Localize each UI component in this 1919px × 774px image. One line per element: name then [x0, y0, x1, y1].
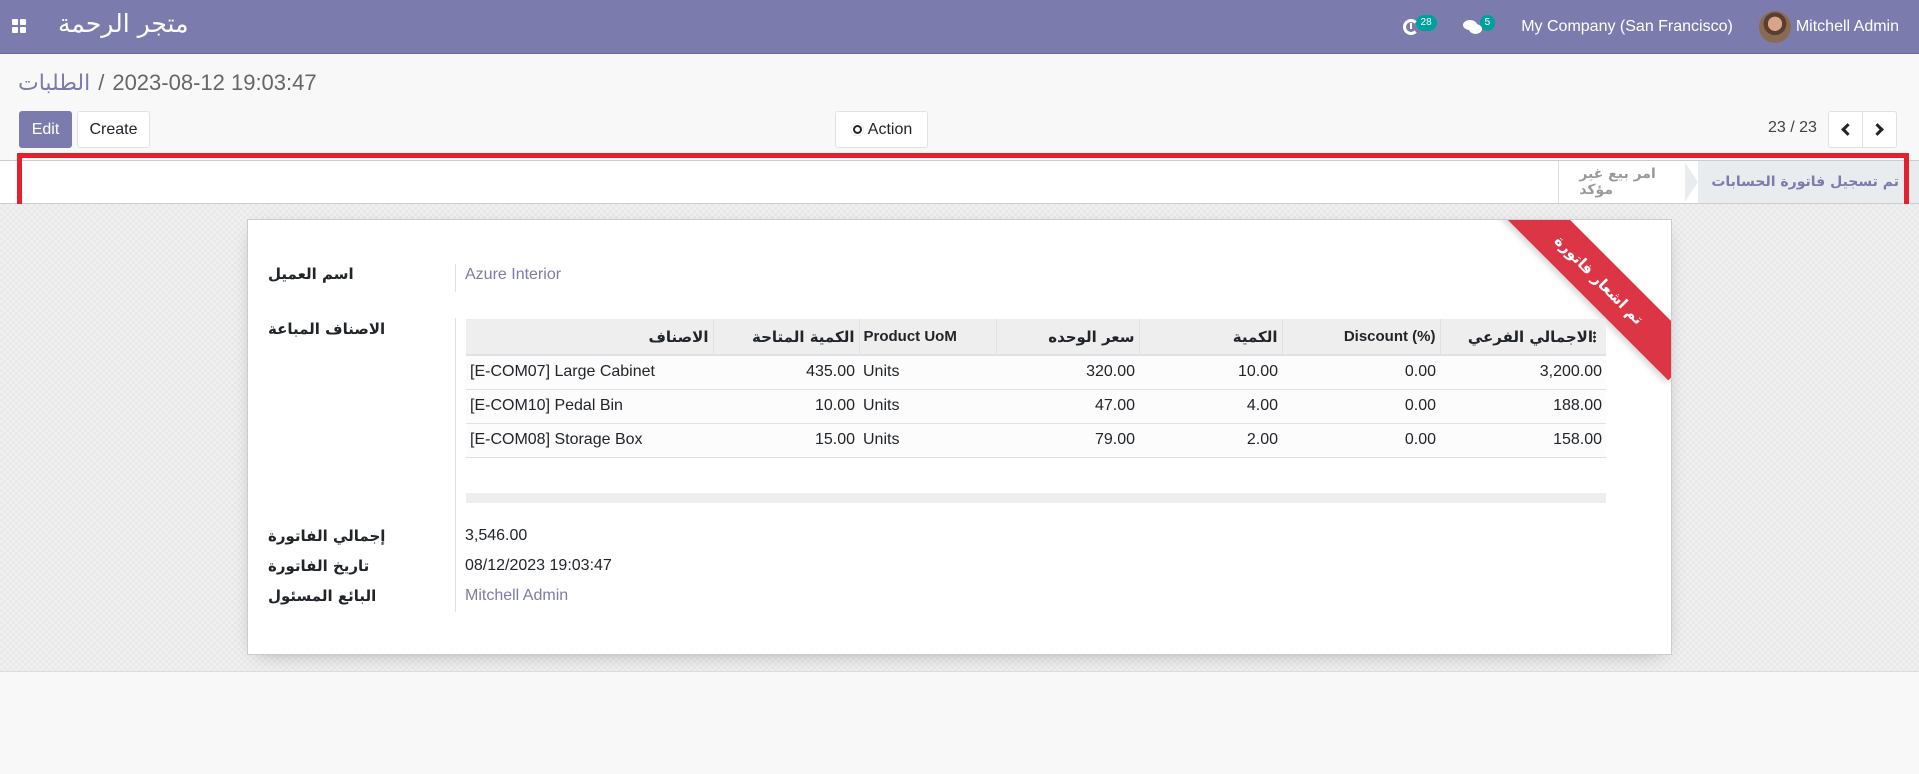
cell-discount: 0.00: [1282, 423, 1440, 458]
salesperson-field[interactable]: Mitchell Admin: [465, 587, 568, 605]
status-step-unconfirmed[interactable]: امر بيع غير مؤكد: [1558, 161, 1685, 203]
cell-discount: 0.00: [1282, 355, 1440, 390]
action-label: Action: [867, 120, 913, 138]
cell-uom: Units: [859, 389, 996, 424]
optional-columns-icon[interactable]: [1593, 331, 1596, 343]
cell-unit-price: 79.00: [996, 423, 1139, 458]
activity-count-badge: 28: [1415, 15, 1437, 31]
field-divider: [455, 520, 456, 612]
pager-previous-button[interactable]: [1828, 111, 1863, 148]
lines-label: الاصناف المباعة: [268, 320, 386, 338]
invoice-total-label: إجمالي الفاتورة: [268, 527, 386, 545]
invoice-date-value: 08/12/2023 19:03:47: [465, 557, 612, 574]
cell-product: [E-COM07] Large Cabinet: [466, 355, 713, 390]
table-row[interactable]: [E-COM08] Storage Box 15.00 Units 79.00 …: [466, 423, 1606, 458]
subtotal-header-label: الاجمالي الفرعي: [1467, 327, 1593, 346]
breadcrumb: الطلبات / 2023-08-12 19:03:47: [18, 70, 317, 96]
chevron-left-icon: [1841, 123, 1854, 136]
customer-field[interactable]: Azure Interior: [465, 266, 561, 284]
breadcrumb-current: 2023-08-12 19:03:47: [112, 70, 317, 95]
table-row[interactable]: [E-COM07] Large Cabinet 435.00 Units 320…: [466, 355, 1606, 390]
cell-subtotal: 188.00: [1440, 389, 1606, 424]
cell-discount: 0.00: [1282, 389, 1440, 424]
pager-next-button[interactable]: [1862, 111, 1897, 148]
cell-available-qty: 435.00: [713, 355, 859, 390]
user-name: Mitchell Admin: [1795, 18, 1899, 35]
column-header-uom[interactable]: Product UoM: [858, 319, 996, 356]
invoice-total-value: 3,546.00: [465, 527, 528, 544]
create-button[interactable]: Create: [77, 111, 150, 148]
column-header-discount[interactable]: Discount (%): [1281, 319, 1440, 356]
cell-product: [E-COM08] Storage Box: [466, 423, 713, 458]
edit-button[interactable]: Edit: [19, 111, 72, 148]
form-sheet: تم اشعار فاتورة اسم العميل Azure Interio…: [247, 219, 1672, 655]
status-step-invoiced[interactable]: تم تسجيل فاتورة الحسابات: [1684, 161, 1919, 203]
messages-button[interactable]: 5: [1462, 15, 1496, 35]
table-footer: [466, 493, 1606, 503]
activity-button[interactable]: 28: [1402, 15, 1437, 35]
column-header-subtotal[interactable]: الاجمالي الفرعي: [1439, 319, 1606, 356]
clock-icon: [1402, 19, 1419, 35]
order-lines-table: الاصناف الكمية المتاحة Product UoM سعر ا…: [466, 319, 1606, 458]
cell-quantity: 2.00: [1139, 423, 1282, 458]
invoice-date-label: تاريخ الفاتورة: [268, 557, 370, 575]
cell-unit-price: 320.00: [996, 355, 1139, 390]
field-divider: [455, 318, 456, 551]
cell-unit-price: 47.00: [996, 389, 1139, 424]
app-title[interactable]: متجر الرحمة: [58, 9, 188, 38]
gear-icon: [850, 123, 864, 136]
pager-value[interactable]: 23 / 23: [1768, 119, 1817, 137]
chat-icon: [1462, 19, 1483, 35]
cell-subtotal: 158.00: [1440, 423, 1606, 458]
breadcrumb-separator: /: [98, 70, 105, 95]
cell-quantity: 4.00: [1139, 389, 1282, 424]
cell-subtotal: 3,200.00: [1440, 355, 1606, 390]
cell-product: [E-COM10] Pedal Bin: [466, 389, 713, 424]
salesperson-label: البائع المسئول: [268, 587, 377, 605]
company-switcher[interactable]: My Company (San Francisco): [1521, 18, 1733, 36]
avatar: [1758, 11, 1791, 43]
column-header-quantity[interactable]: الكمية: [1138, 319, 1282, 356]
action-button[interactable]: Action: [835, 111, 928, 148]
customer-label: اسم العميل: [268, 265, 354, 283]
top-navbar: متجر الرحمة 28 5 My Company (San Francis…: [0, 0, 1919, 54]
column-header-product[interactable]: الاصناف: [466, 319, 713, 356]
apps-menu-icon[interactable]: [12, 19, 26, 33]
table-header-row: الاصناف الكمية المتاحة Product UoM سعر ا…: [466, 319, 1606, 356]
statusbar: تم تسجيل فاتورة الحسابات امر بيع غير مؤك…: [0, 160, 1919, 204]
chevron-right-icon: [1871, 123, 1884, 136]
table-row[interactable]: [E-COM10] Pedal Bin 10.00 Units 47.00 4.…: [466, 389, 1606, 424]
cell-uom: Units: [859, 423, 996, 458]
user-menu[interactable]: Mitchell Admin: [1758, 11, 1899, 43]
cell-available-qty: 15.00: [713, 423, 859, 458]
field-divider: [455, 264, 456, 292]
breadcrumb-parent-link[interactable]: الطلبات: [18, 71, 90, 96]
cell-quantity: 10.00: [1139, 355, 1282, 390]
column-header-available-qty[interactable]: الكمية المتاحة: [712, 319, 859, 356]
cell-uom: Units: [859, 355, 996, 390]
cell-available-qty: 10.00: [713, 389, 859, 424]
column-header-unit-price[interactable]: سعر الوحده: [995, 319, 1139, 356]
